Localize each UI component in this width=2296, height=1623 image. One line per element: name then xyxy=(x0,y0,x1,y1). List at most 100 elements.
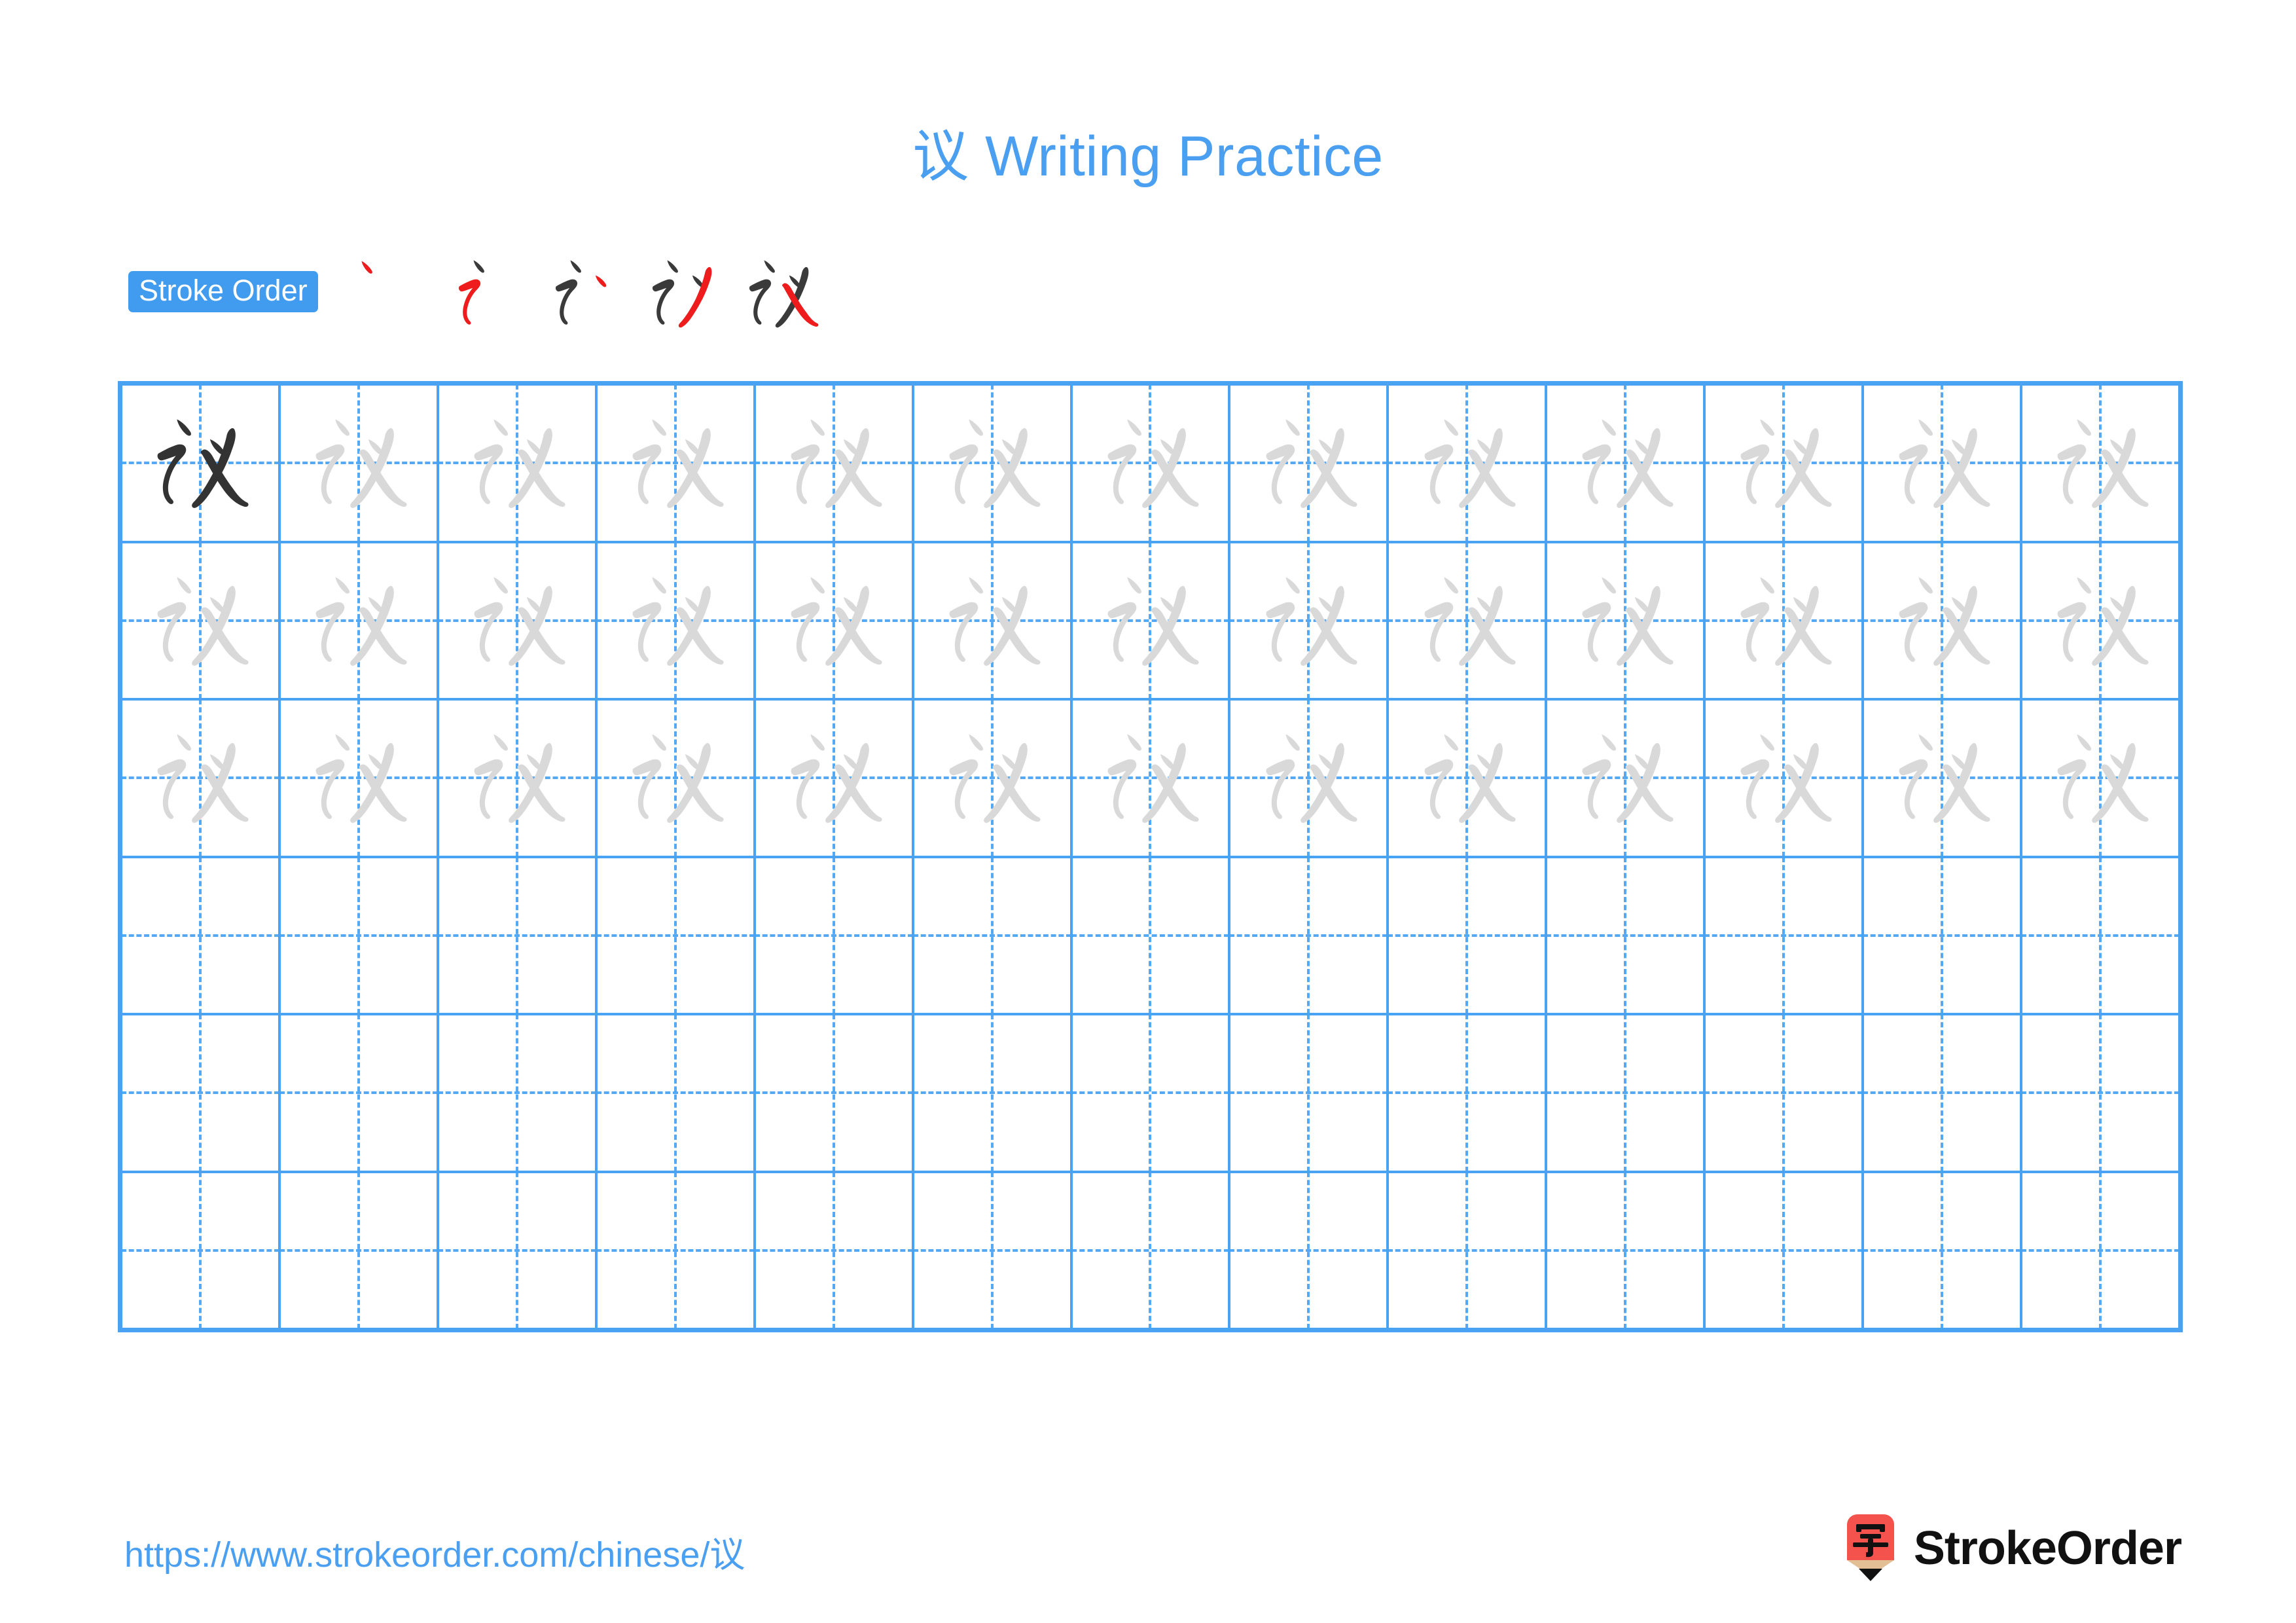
practice-grid-cell[interactable] xyxy=(1706,386,1865,541)
practice-character xyxy=(1706,701,1861,856)
practice-grid-cell[interactable] xyxy=(756,858,914,1013)
practice-grid-cell[interactable] xyxy=(122,386,281,541)
practice-character xyxy=(122,701,278,856)
practice-grid-cell[interactable] xyxy=(1706,543,1865,699)
practice-grid-cell[interactable] xyxy=(1230,1015,1390,1171)
practice-grid-cell[interactable] xyxy=(281,1015,439,1171)
practice-grid-cell[interactable] xyxy=(281,701,439,856)
practice-grid-cell[interactable] xyxy=(1389,1015,1548,1171)
practice-grid-cell[interactable] xyxy=(1389,543,1548,698)
practice-character xyxy=(1230,701,1386,856)
practice-grid-cell[interactable] xyxy=(439,1015,598,1171)
practice-grid-cell[interactable] xyxy=(1547,386,1706,541)
practice-grid-cell[interactable] xyxy=(914,386,1073,541)
practice-grid-cell[interactable] xyxy=(2022,386,2178,541)
practice-grid-cell[interactable] xyxy=(439,543,598,698)
practice-grid-cell[interactable] xyxy=(1706,1015,1865,1171)
practice-grid-cell[interactable] xyxy=(756,701,914,856)
practice-grid-cell[interactable] xyxy=(1073,858,1231,1013)
practice-grid-cell[interactable] xyxy=(1230,701,1390,856)
practice-grid-cell[interactable] xyxy=(914,1173,1073,1328)
practice-grid-cell[interactable] xyxy=(439,701,598,856)
practice-grid-cell[interactable] xyxy=(598,1015,756,1171)
practice-grid-cell[interactable] xyxy=(1864,1173,2023,1328)
practice-character xyxy=(281,386,437,541)
practice-character xyxy=(1706,543,1861,699)
practice-grid-cell[interactable] xyxy=(598,543,756,698)
practice-grid-cell[interactable] xyxy=(1073,543,1231,698)
practice-grid-cell[interactable] xyxy=(122,1173,281,1328)
practice-grid-cell[interactable] xyxy=(2022,1173,2178,1328)
practice-grid-cell[interactable] xyxy=(1864,701,2023,856)
practice-grid-cell[interactable] xyxy=(281,858,439,1013)
practice-grid-cell[interactable] xyxy=(756,543,914,698)
practice-grid-cell[interactable] xyxy=(439,386,598,541)
practice-grid-cell[interactable] xyxy=(1547,701,1706,856)
practice-grid-cell[interactable] xyxy=(2022,1015,2178,1171)
practice-grid-cell[interactable] xyxy=(1547,1173,1706,1328)
stroke-step-3-new-strokes xyxy=(595,275,606,287)
practice-grid-cell[interactable] xyxy=(281,543,439,698)
practice-grid-cell[interactable] xyxy=(1230,858,1390,1013)
practice-grid-cell[interactable] xyxy=(1073,386,1231,541)
practice-grid-cell[interactable] xyxy=(439,858,598,1013)
practice-grid-row xyxy=(122,1173,2178,1328)
practice-grid-cell[interactable] xyxy=(2022,543,2178,699)
stroke-order-badge: Stroke Order xyxy=(128,270,318,312)
practice-grid-cell[interactable] xyxy=(1230,386,1390,541)
practice-grid-cell[interactable] xyxy=(1864,386,2023,541)
practice-grid-cell[interactable] xyxy=(1230,1173,1390,1328)
practice-grid-cell[interactable] xyxy=(598,386,756,541)
practice-grid-cell[interactable] xyxy=(439,1173,598,1328)
practice-grid-cell[interactable] xyxy=(1706,1173,1865,1328)
practice-grid-cell[interactable] xyxy=(1073,1173,1231,1328)
practice-grid-cell[interactable] xyxy=(1389,858,1548,1013)
practice-grid-cell[interactable] xyxy=(122,701,281,856)
practice-grid-cell[interactable] xyxy=(756,386,914,541)
practice-grid-cell[interactable] xyxy=(914,543,1073,698)
practice-grid-cell[interactable] xyxy=(756,1015,914,1171)
practice-grid-cell[interactable] xyxy=(598,1173,756,1328)
practice-grid-cell[interactable] xyxy=(914,858,1073,1013)
practice-grid-row xyxy=(122,543,2178,701)
practice-character xyxy=(439,386,595,541)
practice-grid-cell[interactable] xyxy=(1706,701,1865,856)
stroke-step-4 xyxy=(632,249,729,333)
practice-character xyxy=(1706,386,1861,541)
practice-grid-cell[interactable] xyxy=(1864,1015,2023,1171)
stroke-step-5 xyxy=(729,249,826,333)
practice-grid-cell[interactable] xyxy=(122,543,281,698)
practice-grid-cell[interactable] xyxy=(1547,543,1706,699)
practice-grid-cell[interactable] xyxy=(1389,1173,1548,1328)
practice-grid-cell[interactable] xyxy=(1230,543,1390,698)
practice-grid-cell[interactable] xyxy=(122,1015,281,1171)
stroke-step-3-done-strokes xyxy=(555,260,581,325)
practice-grid-cell[interactable] xyxy=(914,701,1073,856)
practice-grid-cell[interactable] xyxy=(598,858,756,1013)
practice-grid-cell[interactable] xyxy=(598,701,756,856)
practice-character xyxy=(439,701,595,856)
stroke-step-3 xyxy=(535,249,632,333)
practice-grid-cell[interactable] xyxy=(1706,858,1865,1013)
source-url[interactable]: https://www.strokeorder.com/chinese/议 xyxy=(124,1525,745,1577)
practice-grid-row xyxy=(122,1015,2178,1173)
practice-grid-cell[interactable] xyxy=(2022,701,2178,856)
practice-character xyxy=(1547,386,1703,541)
practice-grid-cell[interactable] xyxy=(2022,858,2178,1013)
practice-character xyxy=(1547,543,1703,699)
practice-grid-cell[interactable] xyxy=(1389,701,1548,856)
practice-grid-cell[interactable] xyxy=(281,1173,439,1328)
practice-grid-cell[interactable] xyxy=(1864,543,2023,698)
practice-grid-cell[interactable] xyxy=(1073,701,1231,856)
practice-grid-cell[interactable] xyxy=(122,858,281,1013)
practice-grid-cell[interactable] xyxy=(1073,1015,1231,1171)
practice-grid-cell[interactable] xyxy=(1389,386,1548,541)
practice-grid-cell[interactable] xyxy=(281,386,439,541)
practice-grid-cell[interactable] xyxy=(1547,858,1706,1013)
practice-character xyxy=(756,701,912,856)
practice-grid-cell[interactable] xyxy=(914,1015,1073,1171)
stroke-step-1 xyxy=(342,249,439,333)
practice-grid-cell[interactable] xyxy=(1864,858,2023,1013)
practice-grid-cell[interactable] xyxy=(1547,1015,1706,1171)
practice-grid-cell[interactable] xyxy=(756,1173,914,1328)
